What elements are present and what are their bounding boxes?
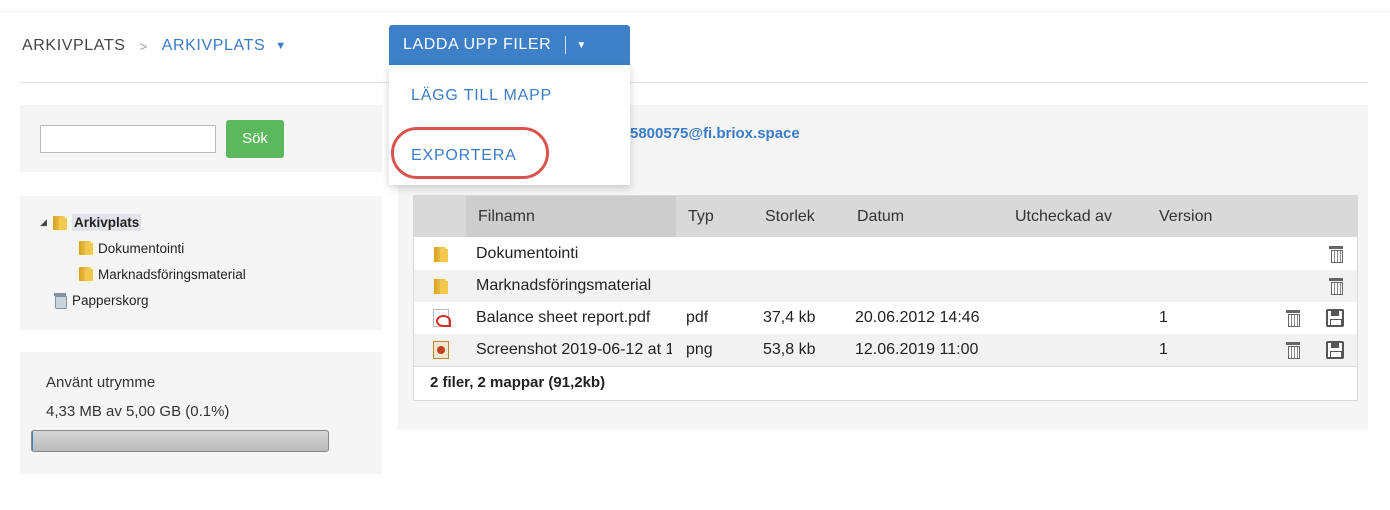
breadcrumb: ARKIVPLATS > ARKIVPLATS ▼: [22, 37, 287, 55]
table-header: Filnamn Typ Storlek Datum Utcheckad av V…: [414, 196, 1357, 237]
tree-item-label: Marknadsföringsmaterial: [98, 266, 246, 282]
button-divider: [565, 36, 567, 54]
tree-item-root[interactable]: ◢ Arkivplats: [40, 214, 142, 231]
file-type: pdf: [686, 309, 709, 326]
file-table: Filnamn Typ Storlek Datum Utcheckad av V…: [413, 195, 1358, 401]
folder-tree: ◢ Arkivplats Dokumentointi Marknadsförin…: [20, 196, 382, 330]
tree-item-label: Dokumentointi: [98, 240, 185, 256]
trash-icon[interactable]: [1286, 342, 1300, 359]
search-panel: Sök: [20, 105, 382, 172]
save-icon[interactable]: [1326, 341, 1344, 359]
storage-progress-bar: [31, 430, 329, 452]
recycle-bin-icon: [52, 292, 68, 309]
top-border: [0, 0, 1390, 12]
tree-item-marknadsforingsmaterial[interactable]: Marknadsföringsmaterial: [78, 266, 246, 282]
summary-divider: [414, 366, 1357, 367]
folder-icon: [433, 245, 449, 263]
search-input[interactable]: [40, 125, 216, 153]
trash-icon[interactable]: [1329, 278, 1343, 295]
storage-value: 4,33 MB av 5,00 GB (0.1%): [46, 403, 230, 420]
storage-panel: Använt utrymme 4,33 MB av 5,00 GB (0.1%): [20, 352, 382, 474]
column-header-checked-out[interactable]: Utcheckad av: [1015, 208, 1112, 226]
save-icon[interactable]: [1326, 309, 1344, 327]
search-button[interactable]: Sök: [226, 120, 284, 158]
folder-icon: [433, 277, 449, 295]
breadcrumb-separator: >: [139, 38, 148, 54]
tree-item-trash[interactable]: Papperskorg: [52, 292, 149, 309]
table-row[interactable]: Balance sheet report.pdf pdf 37,4 kb 20.…: [414, 302, 1357, 334]
file-version: 1: [1159, 341, 1168, 358]
file-name[interactable]: Marknadsföringsmaterial: [476, 277, 676, 295]
trash-icon[interactable]: [1286, 310, 1300, 327]
file-size: 37,4 kb: [763, 309, 816, 326]
breadcrumb-root[interactable]: ARKIVPLATS: [22, 37, 126, 55]
chevron-down-icon[interactable]: ▼: [275, 40, 287, 52]
menu-item-export[interactable]: EXPORTERA: [411, 147, 517, 165]
image-file-icon: [433, 341, 449, 359]
trash-icon[interactable]: [1329, 246, 1343, 263]
column-header-size[interactable]: Storlek: [765, 208, 815, 226]
column-header-date[interactable]: Datum: [857, 208, 904, 226]
owner-email: 5800575@fi.briox.space: [630, 125, 800, 142]
file-version: 1: [1159, 309, 1168, 326]
folder-icon: [78, 240, 94, 256]
column-header-version[interactable]: Version: [1159, 208, 1212, 226]
folder-icon: [52, 215, 68, 231]
tree-item-label: Arkivplats: [72, 214, 142, 231]
tree-item-label: Papperskorg: [72, 292, 149, 308]
storage-title: Använt utrymme: [46, 374, 156, 391]
file-name[interactable]: Screenshot 2019-06-12 at 11.00.png: [476, 341, 672, 359]
menu-item-add-folder[interactable]: LÄGG TILL MAPP: [411, 87, 552, 105]
upload-dropdown-menu: LÄGG TILL MAPP EXPORTERA: [389, 65, 630, 185]
file-name[interactable]: Balance sheet report.pdf: [476, 309, 676, 327]
table-row[interactable]: Screenshot 2019-06-12 at 11.00.png png 5…: [414, 334, 1357, 366]
upload-files-label: LADDA UPP FILER: [403, 36, 552, 53]
table-row[interactable]: Marknadsföringsmaterial: [414, 270, 1357, 302]
file-size: 53,8 kb: [763, 341, 816, 358]
breadcrumb-current[interactable]: ARKIVPLATS: [162, 37, 266, 55]
pdf-file-icon: [433, 309, 451, 327]
column-header-filename[interactable]: Filnamn: [478, 208, 535, 226]
header-divider: [20, 82, 1368, 83]
upload-files-button[interactable]: LADDA UPP FILER ▼: [389, 25, 630, 65]
folder-icon: [78, 266, 94, 282]
tree-item-dokumentointi[interactable]: Dokumentointi: [78, 240, 184, 256]
file-date: 12.06.2019 11:00: [855, 341, 979, 358]
expand-arrow-icon[interactable]: ◢: [40, 217, 52, 228]
column-header-type[interactable]: Typ: [688, 208, 714, 226]
file-date: 20.06.2012 14:46: [855, 309, 980, 326]
chevron-down-icon[interactable]: ▼: [576, 40, 587, 51]
table-row[interactable]: Dokumentointi: [414, 238, 1357, 270]
table-summary: 2 filer, 2 mappar (91,2kb): [430, 374, 606, 391]
file-name[interactable]: Dokumentointi: [476, 245, 676, 263]
file-type: png: [686, 341, 713, 358]
